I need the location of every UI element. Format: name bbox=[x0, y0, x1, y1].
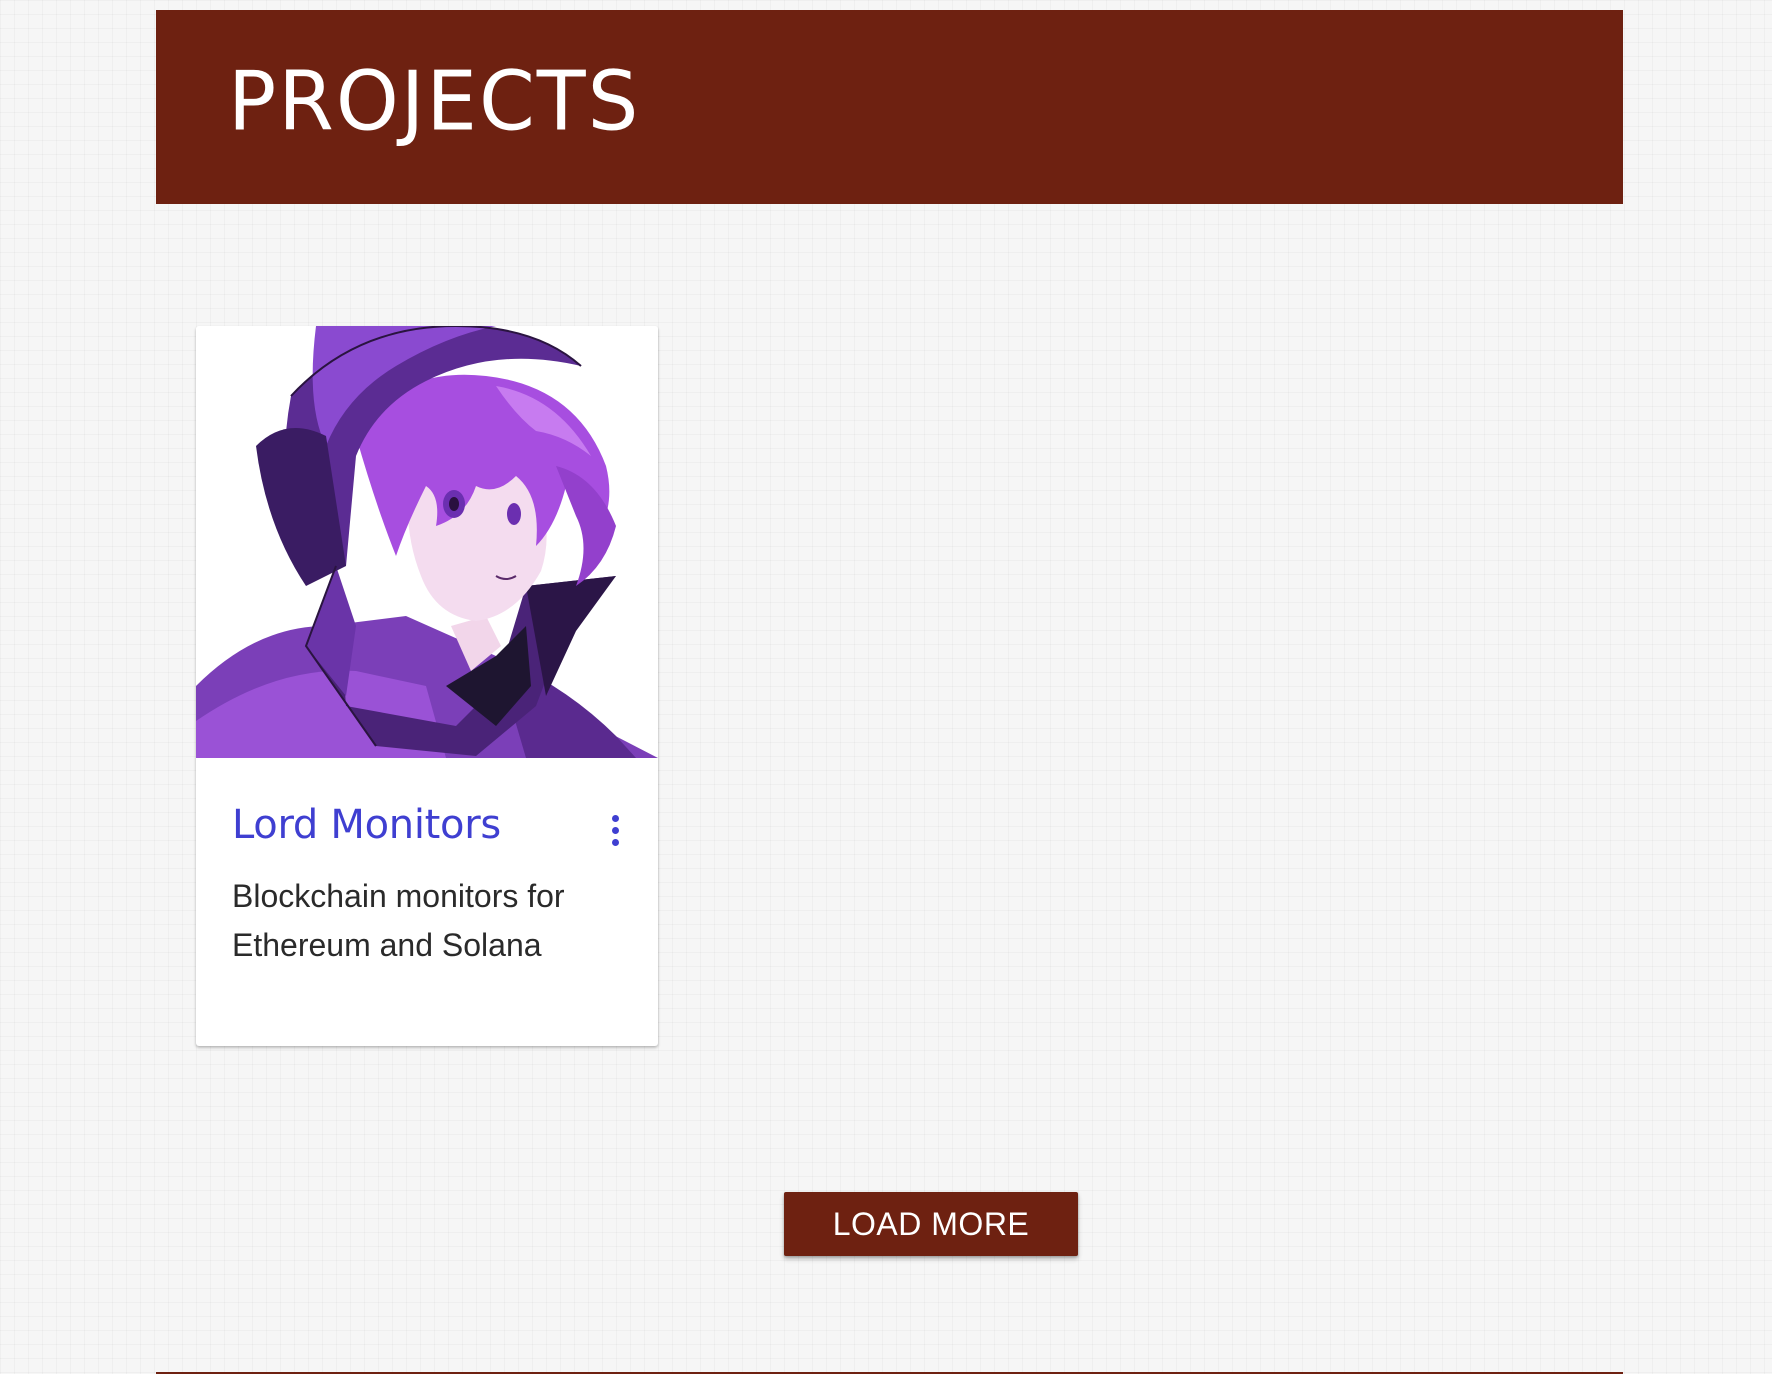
menu-dot bbox=[611, 814, 619, 822]
page-header: PROJECTS bbox=[156, 10, 1623, 204]
menu-dot bbox=[611, 838, 619, 846]
project-thumbnail[interactable] bbox=[196, 326, 658, 758]
project-card[interactable]: Lord Monitors Blockchain monitors for Et… bbox=[196, 326, 658, 1046]
project-title-link[interactable]: Lord Monitors bbox=[232, 802, 501, 848]
more-vert-icon[interactable] bbox=[602, 810, 628, 850]
page-title: PROJECTS bbox=[228, 54, 641, 149]
load-more-button[interactable]: LOAD MORE bbox=[784, 1192, 1078, 1256]
project-thumbnail-illustration bbox=[196, 326, 658, 758]
menu-dot bbox=[611, 826, 619, 834]
project-description: Blockchain monitors for Ethereum and Sol… bbox=[232, 878, 565, 963]
